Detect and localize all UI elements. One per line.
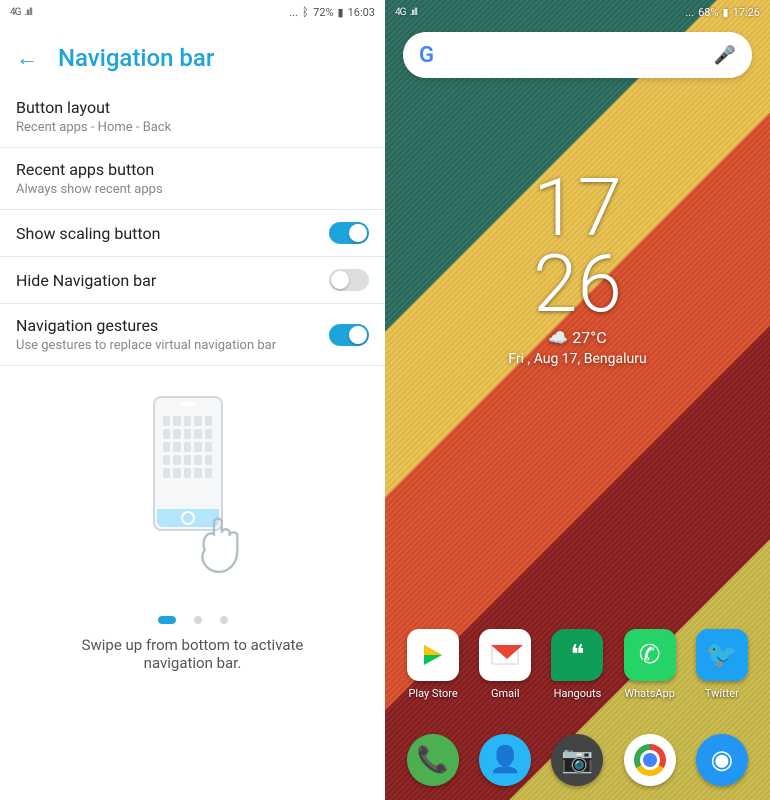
tutorial-illustration xyxy=(93,396,293,596)
contacts-icon: 👤 xyxy=(479,734,531,786)
dot-1[interactable] xyxy=(158,616,176,624)
app-gmail[interactable]: Gmail xyxy=(474,629,536,700)
chrome-icon xyxy=(624,734,676,786)
item-sub: Always show recent apps xyxy=(16,182,357,197)
status-dots: ... xyxy=(289,6,298,19)
item-sub: Recent apps - Home - Back xyxy=(16,120,357,135)
dock: 📞 👤 📷 ◉ xyxy=(385,734,770,786)
tutorial-dots[interactable] xyxy=(30,616,355,624)
app-row: Play Store Gmail ❝ Hangouts ✆ WhatsApp 🐦… xyxy=(385,629,770,700)
app-label: WhatsApp xyxy=(624,687,675,700)
battery-icon: ▮ xyxy=(723,6,729,19)
bluetooth-icon xyxy=(302,5,309,19)
dock-contacts[interactable]: 👤 xyxy=(474,734,536,786)
app-label: Gmail xyxy=(491,687,519,700)
toggle-nav-gestures[interactable] xyxy=(329,324,369,346)
hand-icon xyxy=(188,511,268,581)
dock-camera[interactable]: 📷 xyxy=(546,734,608,786)
item-button-layout[interactable]: Button layout Recent apps - Home - Back xyxy=(0,86,385,148)
item-sub: Use gestures to replace virtual navigati… xyxy=(16,338,317,353)
item-title: Hide Navigation bar xyxy=(16,271,317,290)
network-icon: 4G xyxy=(10,7,20,18)
tutorial-caption: Swipe up from bottom to activate navigat… xyxy=(30,636,355,672)
google-search-bar[interactable]: G. 🎤 xyxy=(403,32,752,78)
status-time: 17:26 xyxy=(733,6,760,19)
settings-screen: 4G .ııll ... 72% ▮ 16:03 ← Navigation ba… xyxy=(0,0,385,800)
toggle-hide-nav[interactable] xyxy=(329,269,369,291)
battery-percent: 72% xyxy=(313,6,333,19)
whatsapp-icon: ✆ xyxy=(624,629,676,681)
clock-hours: 17 xyxy=(385,170,770,246)
status-bar: 4G .ııll ... 72% ▮ 16:03 xyxy=(0,0,385,24)
signal-icon: .ııll xyxy=(409,7,416,18)
app-play-store[interactable]: Play Store xyxy=(402,629,464,700)
back-arrow-icon[interactable]: ← xyxy=(16,45,38,71)
battery-percent: 68% xyxy=(698,6,718,19)
item-navigation-gestures[interactable]: Navigation gestures Use gestures to repl… xyxy=(0,304,385,366)
status-dots: ... xyxy=(685,6,694,19)
hangouts-icon: ❝ xyxy=(551,629,603,681)
camera2-icon: ◉ xyxy=(696,734,748,786)
item-recent-apps-button[interactable]: Recent apps button Always show recent ap… xyxy=(0,148,385,210)
status-bar: 4G .ııll ... 68% ▮ 17:26 xyxy=(385,0,770,24)
battery-icon: ▮ xyxy=(338,6,344,19)
app-label: Hangouts xyxy=(554,687,602,700)
page-title: Navigation bar xyxy=(58,44,214,72)
item-title: Recent apps button xyxy=(16,160,357,179)
app-twitter[interactable]: 🐦 Twitter xyxy=(691,629,753,700)
gmail-icon xyxy=(479,629,531,681)
tutorial-panel: Swipe up from bottom to activate navigat… xyxy=(0,366,385,692)
network-icon: 4G xyxy=(395,7,405,18)
home-screen: 4G .ııll ... 68% ▮ 17:26 G. 🎤 17 26 ☁️ 2… xyxy=(385,0,770,800)
date-location: Fri , Aug 17, Bengaluru xyxy=(385,351,770,367)
toggle-show-scaling[interactable] xyxy=(329,222,369,244)
item-title: Navigation gestures xyxy=(16,316,317,335)
weather-temp: 27°C xyxy=(572,328,606,347)
dot-2[interactable] xyxy=(194,616,202,624)
signal-icon: .ııll xyxy=(24,7,31,18)
app-label: Twitter xyxy=(705,687,739,700)
dock-chrome[interactable] xyxy=(619,734,681,786)
clock-widget[interactable]: 17 26 ☁️ 27°C Fri , Aug 17, Bengaluru xyxy=(385,170,770,367)
camera-icon: 📷 xyxy=(551,734,603,786)
app-hangouts[interactable]: ❝ Hangouts xyxy=(546,629,608,700)
mic-icon[interactable]: 🎤 xyxy=(714,45,736,66)
weather-icon: ☁️ xyxy=(548,328,568,347)
dock-camera2[interactable]: ◉ xyxy=(691,734,753,786)
item-show-scaling-button[interactable]: Show scaling button xyxy=(0,210,385,257)
item-hide-navigation-bar[interactable]: Hide Navigation bar xyxy=(0,257,385,304)
clock-minutes: 26 xyxy=(385,246,770,322)
twitter-icon: 🐦 xyxy=(696,629,748,681)
item-title: Button layout xyxy=(16,98,357,117)
header: ← Navigation bar xyxy=(0,24,385,86)
dock-phone[interactable]: 📞 xyxy=(402,734,464,786)
google-logo-icon: G. xyxy=(419,43,440,68)
item-title: Show scaling button xyxy=(16,224,317,243)
play-store-icon xyxy=(407,629,459,681)
app-label: Play Store xyxy=(408,687,457,700)
status-time: 16:03 xyxy=(348,6,375,19)
phone-icon: 📞 xyxy=(407,734,459,786)
dot-3[interactable] xyxy=(220,616,228,624)
app-whatsapp[interactable]: ✆ WhatsApp xyxy=(619,629,681,700)
